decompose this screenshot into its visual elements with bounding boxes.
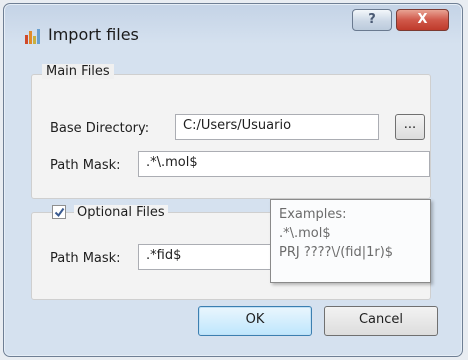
tooltip-line: PRJ ????\/(fid|1r)$ xyxy=(279,245,394,260)
tooltip-line: .*\.mol$ xyxy=(279,226,331,241)
title-bar[interactable]: Import files ? X xyxy=(4,4,462,62)
base-directory-label: Base Directory: xyxy=(50,121,150,136)
main-files-title: Main Files xyxy=(42,64,114,79)
close-button[interactable]: X xyxy=(396,9,449,31)
base-directory-field[interactable]: C:/Users/Usuario xyxy=(175,114,379,140)
app-icon xyxy=(24,27,42,45)
help-button[interactable]: ? xyxy=(352,9,392,31)
examples-tooltip: Examples: .*\.mol$ PRJ ????\/(fid|1r)$ xyxy=(270,199,431,283)
window-title: Import files xyxy=(48,25,139,44)
path-mask-field[interactable]: .*\.mol$ xyxy=(138,151,430,177)
optional-files-label[interactable]: Optional Files xyxy=(74,205,168,220)
optional-files-checkbox[interactable] xyxy=(52,205,66,219)
ok-button[interactable]: OK xyxy=(198,306,312,336)
browse-button[interactable]: ... xyxy=(395,114,425,140)
optional-path-mask-label: Path Mask: xyxy=(50,251,121,266)
tooltip-line: Examples: xyxy=(279,207,347,222)
cancel-button[interactable]: Cancel xyxy=(324,306,438,336)
path-mask-label: Path Mask: xyxy=(50,158,121,173)
check-icon xyxy=(54,207,65,218)
